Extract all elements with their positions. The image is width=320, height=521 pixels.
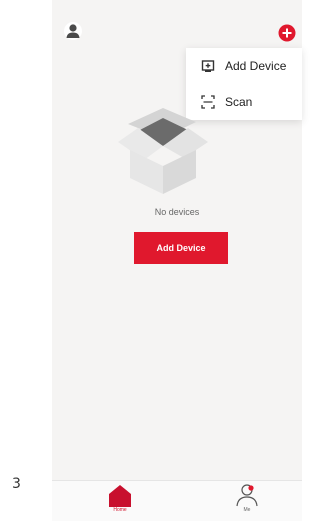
menu-item-add-device[interactable]: Add Device [186,48,302,84]
tab-label: Home [113,507,127,513]
tab-home[interactable]: Home [100,481,140,521]
empty-box-icon [116,104,210,196]
add-device-button[interactable]: Add Device [134,232,228,264]
menu-item-label: Scan [225,95,253,109]
person-icon [235,483,259,507]
edge-character: 3 [12,476,21,492]
left-strip: 3 [0,0,52,520]
device-add-icon [201,59,215,73]
plus-circle-icon[interactable] [278,24,296,42]
tab-label: Me [243,507,251,513]
empty-state-text: No devices [154,207,200,217]
app-screen: Add Device Scan No devices Add Device Ho… [52,0,302,521]
bottom-tab-bar: Home Me [52,480,302,521]
user-avatar-icon[interactable] [64,22,82,40]
menu-item-label: Add Device [225,59,287,73]
tab-me[interactable]: Me [227,481,267,521]
home-icon [108,483,132,507]
